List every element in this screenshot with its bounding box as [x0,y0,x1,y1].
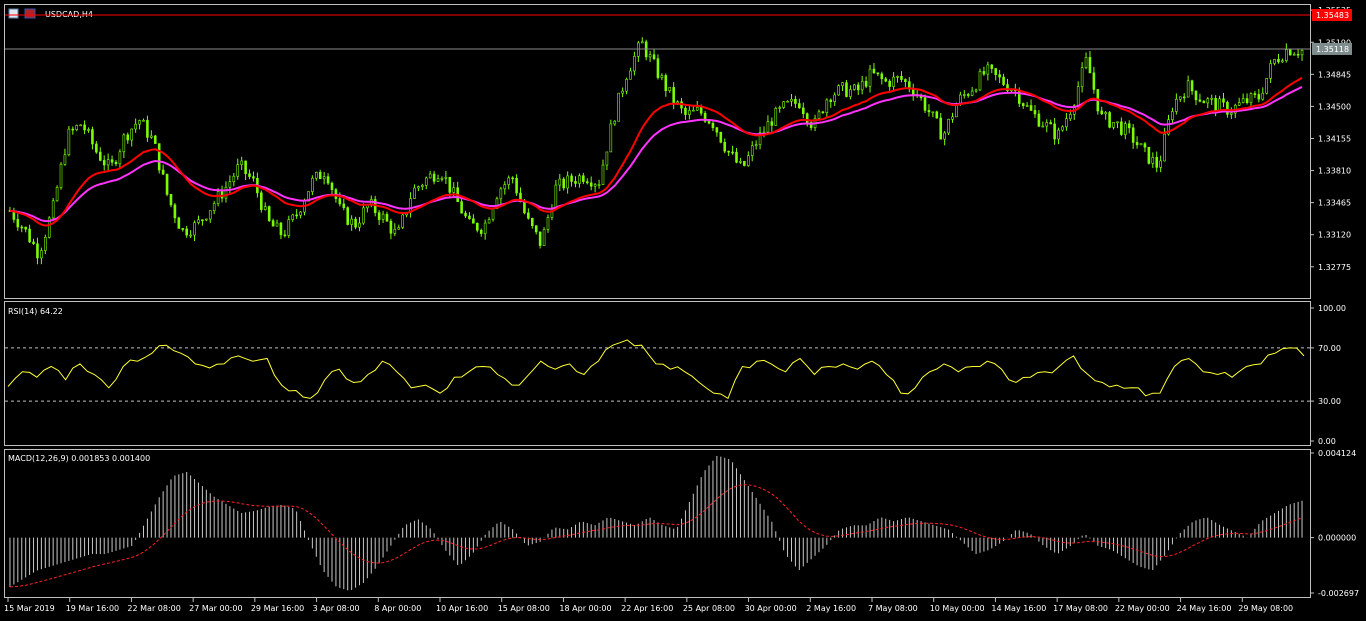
candle [401,212,404,230]
time-tick-label: 24 May 16:00 [1177,604,1232,613]
time-tick-label: 22 Apr 16:00 [621,604,673,613]
price-tick-label: 1.34155 [1318,134,1351,143]
candle [644,39,648,61]
rsi-tick-label: 0.00 [1318,437,1336,446]
rsi-tick-label: 100.00 [1318,304,1346,313]
candle [267,205,271,222]
candle [743,160,746,167]
candle [55,185,59,202]
candle [1139,143,1143,146]
macd-title: MACD(12,26,9) 0.001853 0.001400 [8,454,150,463]
time-tick-label: 10 Apr 16:00 [436,604,488,613]
candle [165,173,169,197]
candle [177,216,181,229]
flag-icon [24,8,36,19]
price-tick-label: 1.33810 [1318,167,1351,176]
candle [853,83,856,91]
time-tick-label: 19 Mar 16:00 [66,604,119,613]
rsi-title: RSI(14) 64.22 [8,307,63,316]
candle [837,84,840,96]
candle [59,161,63,190]
price-tick-label: 1.32775 [1318,263,1351,272]
time-tick-label: 3 Apr 08:00 [313,604,360,613]
time-tick-label: 29 May 08:00 [1238,604,1293,613]
time-tick-label: 29 Mar 16:00 [251,604,304,613]
macd-tick-label: 0.000000 [1318,534,1356,543]
candle [719,131,723,144]
price-tick-label: 1.34500 [1318,102,1351,111]
candle [617,92,620,122]
candle [491,207,495,222]
price-tick-label: 1.33465 [1318,199,1351,208]
time-tick-label: 22 May 00:00 [1115,604,1170,613]
macd-tick-label: 0.004124 [1318,449,1356,458]
rsi-tick-label: 70.00 [1318,344,1341,353]
time-tick-label: 15 Mar 2019 [4,604,55,613]
time-tick-label: 2 May 16:00 [806,604,856,613]
rsi-panel[interactable] [4,301,1311,446]
price-tick-label: 1.33120 [1318,231,1351,240]
candle [153,134,157,144]
trading-chart[interactable]: USDCAD,H4 1.355351.351901.348451.345001.… [0,0,1366,621]
macd-axis: 0.004124 0.000000 -0.002697 [1310,449,1359,598]
candle [346,206,350,226]
bid-price-label: 1.35118 [1316,45,1349,54]
candle [51,197,55,220]
price-tick-label: 1.34845 [1318,70,1351,79]
time-tick-label: 8 Apr 00:00 [374,604,421,613]
candle [1108,111,1111,129]
macd-tick-label: -0.002697 [1318,589,1359,598]
time-tick-label: 22 Mar 08:00 [127,604,180,613]
candle [845,79,848,98]
rsi-tick-label: 30.00 [1318,397,1341,406]
candle [1096,89,1100,115]
price-axis: 1.355351.351901.348451.345001.341551.338… [1310,6,1352,272]
candle [1288,48,1292,56]
candle [157,143,161,174]
time-tick-label: 17 May 08:00 [1053,604,1108,613]
symbol-title: USDCAD,H4 [45,10,93,19]
candle [47,216,51,239]
rsi-axis: 100.00 70.00 30.00 0.00 [1310,304,1346,446]
candle [947,118,950,136]
candle [260,190,263,213]
time-tick-label: 14 May 16:00 [991,604,1046,613]
time-tick-label: 27 Mar 00:00 [189,604,242,613]
high-price-label: 1.35483 [1316,11,1349,20]
candle [782,101,785,109]
time-tick-label: 10 May 00:00 [930,604,985,613]
time-tick-label: 18 Apr 00:00 [559,604,611,613]
time-tick-label: 30 Apr 00:00 [745,604,797,613]
candle [774,106,778,126]
time-tick-label: 25 Apr 08:00 [683,604,735,613]
time-tick-label: 7 May 08:00 [868,604,918,613]
window-icon [8,8,19,19]
candle [609,119,613,153]
time-axis: 15 Mar 2019 19 Mar 16:00 22 Mar 08:00 27 Ma… [4,598,1293,613]
candle [1147,146,1151,165]
candle [542,227,546,246]
candle [935,110,939,119]
candle [978,68,982,92]
candle [67,126,71,157]
time-tick-label: 15 Apr 08:00 [498,604,550,613]
candle [1265,78,1268,95]
